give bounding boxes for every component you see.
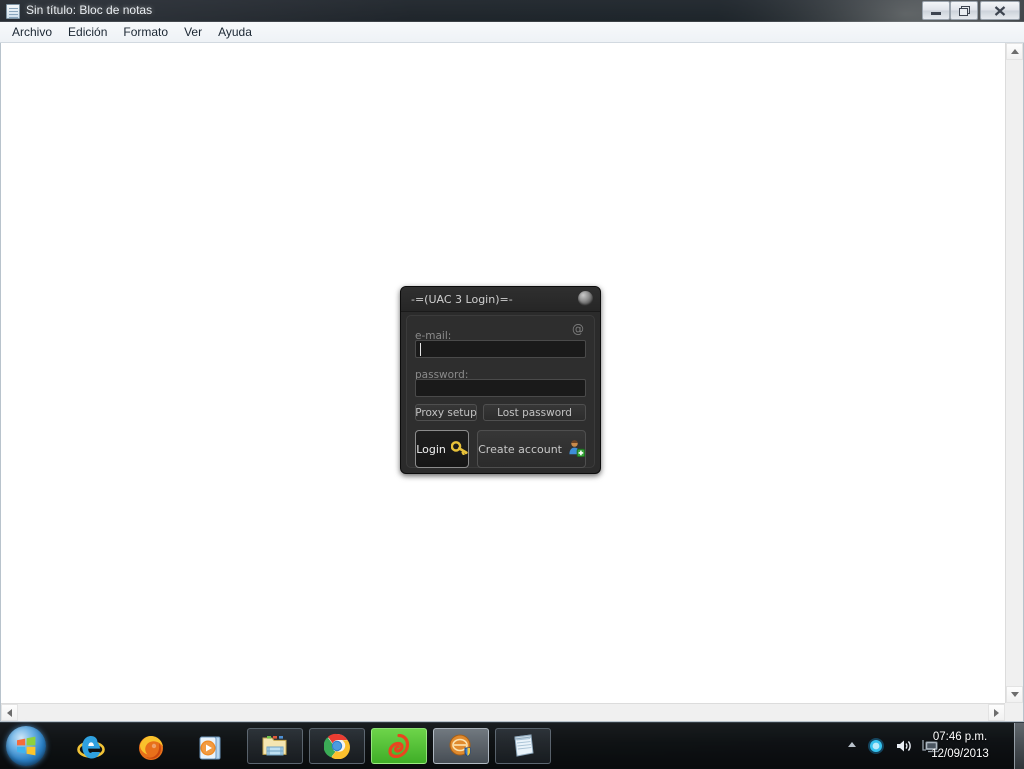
password-input[interactable] bbox=[415, 379, 586, 397]
scroll-left-icon[interactable] bbox=[1, 704, 18, 721]
scroll-right-icon[interactable] bbox=[988, 704, 1005, 721]
at-icon: @ bbox=[572, 323, 584, 335]
primary-button-row: Login Create account bbox=[415, 430, 586, 468]
uac-dialog-titlebar[interactable]: -=(UAC 3 Login)=- bbox=[401, 287, 600, 312]
windows-explorer-icon[interactable] bbox=[247, 728, 303, 764]
clock-time: 07:46 p.m. bbox=[914, 729, 1006, 746]
password-label-row: password: bbox=[415, 363, 586, 377]
horizontal-scrollbar[interactable] bbox=[1, 703, 1005, 721]
proxy-setup-button[interactable]: Proxy setup bbox=[415, 404, 477, 421]
system-tray: 07:46 p.m. 12/09/2013 bbox=[824, 723, 1024, 769]
login-button-label: Login bbox=[416, 443, 446, 456]
minimize-button[interactable] bbox=[922, 1, 950, 20]
window-title: Sin título: Bloc de notas bbox=[26, 3, 152, 17]
email-label-row: e-mail: @ bbox=[415, 324, 586, 338]
menu-ayuda[interactable]: Ayuda bbox=[210, 23, 260, 41]
secondary-button-row: Proxy setup Lost password bbox=[415, 404, 586, 421]
menu-edicion[interactable]: Edición bbox=[60, 23, 115, 41]
internet-explorer-icon[interactable] bbox=[76, 733, 106, 763]
key-icon bbox=[451, 441, 468, 458]
scrollbar-corner bbox=[1005, 703, 1023, 721]
menu-ver[interactable]: Ver bbox=[176, 23, 210, 41]
clock[interactable]: 07:46 p.m. 12/09/2013 bbox=[914, 729, 1006, 763]
notepad-menubar: Archivo Edición Formato Ver Ayuda bbox=[0, 22, 1024, 43]
create-account-button[interactable]: Create account bbox=[477, 430, 586, 468]
add-user-icon bbox=[567, 439, 585, 460]
create-account-button-label: Create account bbox=[478, 443, 562, 456]
notepad-titlebar[interactable]: Sin título: Bloc de notas bbox=[0, 0, 1024, 22]
clock-date: 12/09/2013 bbox=[914, 746, 1006, 763]
windows-media-player-icon[interactable] bbox=[196, 733, 226, 763]
show-hidden-icons-arrow[interactable] bbox=[848, 742, 856, 747]
google-chrome-icon[interactable] bbox=[309, 728, 365, 764]
action-center-icon[interactable] bbox=[866, 736, 886, 756]
firefox-icon[interactable] bbox=[136, 733, 166, 763]
menu-archivo[interactable]: Archivo bbox=[4, 23, 60, 41]
sphere-icon[interactable] bbox=[578, 291, 593, 306]
uac-dialog-body: e-mail: @ password: Proxy setup Lost pas… bbox=[406, 315, 595, 468]
taskbar: 07:46 p.m. 12/09/2013 bbox=[0, 722, 1024, 768]
close-button[interactable] bbox=[980, 1, 1020, 20]
notepad-icon[interactable] bbox=[495, 728, 551, 764]
uac-dialog-title: -=(UAC 3 Login)=- bbox=[411, 293, 513, 306]
restore-button[interactable] bbox=[950, 1, 978, 20]
scroll-down-icon[interactable] bbox=[1006, 686, 1023, 703]
vertical-scrollbar[interactable] bbox=[1005, 43, 1023, 703]
show-desktop-button[interactable] bbox=[1014, 723, 1024, 769]
text-caret bbox=[420, 343, 421, 356]
notepad-icon bbox=[6, 4, 20, 19]
lost-password-button[interactable]: Lost password bbox=[483, 404, 586, 421]
security-shield-icon[interactable] bbox=[433, 728, 489, 764]
volume-icon[interactable] bbox=[894, 736, 914, 756]
origin-icon[interactable] bbox=[371, 728, 427, 764]
email-input[interactable] bbox=[415, 340, 586, 358]
uac-login-dialog: -=(UAC 3 Login)=- e-mail: @ password: Pr… bbox=[400, 286, 601, 474]
menu-formato[interactable]: Formato bbox=[115, 23, 176, 41]
login-button[interactable]: Login bbox=[415, 430, 469, 468]
scroll-up-icon[interactable] bbox=[1006, 43, 1023, 60]
windows-start-orb-icon[interactable] bbox=[6, 726, 46, 766]
